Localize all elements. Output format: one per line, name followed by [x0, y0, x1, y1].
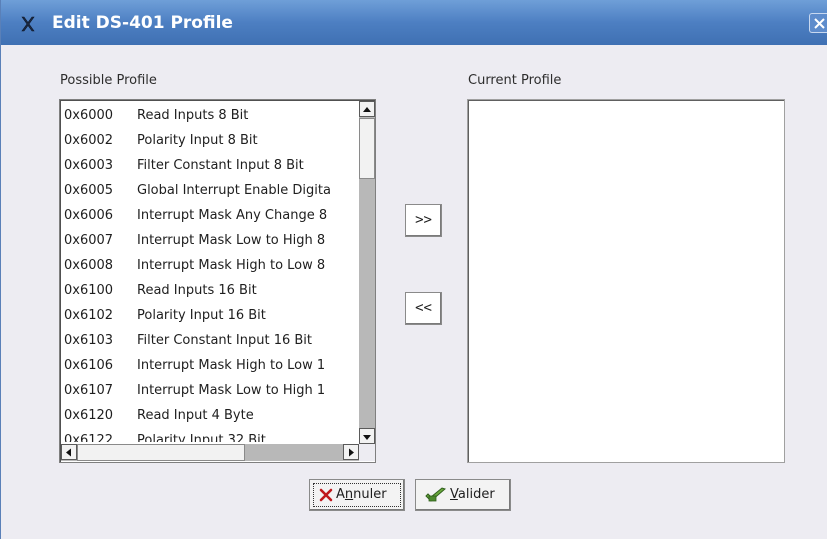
profile-name: Polarity Input 32 Bit: [137, 433, 266, 442]
profile-code: 0x6107: [64, 383, 114, 398]
list-item[interactable]: 0x6103 Filter Constant Input 16 Bit: [62, 328, 359, 353]
validate-label: Valider: [450, 487, 495, 502]
window-title: Edit DS-401 Profile: [52, 13, 233, 33]
profile-name: Interrupt Mask Low to High 1: [137, 383, 326, 398]
list-item[interactable]: 0x6000 Read Inputs 8 Bit: [62, 103, 359, 128]
scroll-right-button[interactable]: [343, 444, 359, 460]
profile-name: Read Input 4 Byte: [137, 408, 254, 423]
arrow-right-icon: [349, 448, 354, 457]
vertical-scrollbar[interactable]: [359, 101, 375, 444]
list-item[interactable]: 0x6107 Interrupt Mask Low to High 1: [62, 378, 359, 403]
possible-profile-rows: 0x6000 Read Inputs 8 Bit 0x6002 Polarity In…: [62, 101, 359, 442]
validate-check-icon: [425, 487, 447, 507]
list-item[interactable]: 0x6100 Read Inputs 16 Bit: [62, 278, 359, 303]
profile-name: Interrupt Mask High to Low 1: [137, 358, 326, 373]
profile-name: Interrupt Mask Any Change 8: [137, 208, 328, 223]
current-profile-label: Current Profile: [468, 73, 562, 88]
profile-code: 0x6122: [64, 433, 114, 442]
arrow-left-icon: [66, 448, 71, 457]
profile-name: Global Interrupt Enable Digita: [137, 183, 331, 198]
horizontal-scrollbar[interactable]: [61, 444, 359, 461]
profile-code: 0x6008: [64, 258, 114, 273]
profile-code: 0x6106: [64, 358, 114, 373]
list-item[interactable]: 0x6106 Interrupt Mask High to Low 1: [62, 353, 359, 378]
x-app-icon: [20, 16, 36, 32]
dialog-window: Edit DS-401 Profile Possible Profile Cur…: [0, 0, 827, 539]
scrollbar-corner: [359, 444, 375, 461]
list-item[interactable]: 0x6006 Interrupt Mask Any Change 8: [62, 203, 359, 228]
close-button[interactable]: [809, 13, 827, 33]
possible-profile-list[interactable]: 0x6000 Read Inputs 8 Bit 0x6002 Polarity In…: [59, 99, 376, 463]
list-item[interactable]: 0x6122 Polarity Input 32 Bit: [62, 428, 359, 442]
profile-code: 0x6120: [64, 408, 114, 423]
cancel-button[interactable]: Annuler: [309, 479, 405, 511]
profile-code: 0x6102: [64, 308, 114, 323]
profile-name: Interrupt Mask Low to High 8: [137, 233, 326, 248]
profile-code: 0x6103: [64, 333, 114, 348]
profile-code: 0x6003: [64, 158, 114, 173]
profile-code: 0x6000: [64, 108, 114, 123]
scroll-up-button[interactable]: [359, 101, 375, 117]
current-profile-list[interactable]: [467, 99, 785, 463]
remove-from-profile-button[interactable]: <<: [405, 292, 442, 325]
profile-name: Polarity Input 8 Bit: [137, 133, 258, 148]
list-item[interactable]: 0x6007 Interrupt Mask Low to High 8: [62, 228, 359, 253]
profile-code: 0x6002: [64, 133, 114, 148]
close-icon: [814, 18, 825, 29]
profile-code: 0x6100: [64, 283, 114, 298]
list-item[interactable]: 0x6005 Global Interrupt Enable Digita: [62, 178, 359, 203]
profile-name: Polarity Input 16 Bit: [137, 308, 266, 323]
profile-name: Read Inputs 8 Bit: [137, 108, 249, 123]
scroll-left-button[interactable]: [61, 444, 77, 460]
profile-name: Read Inputs 16 Bit: [137, 283, 257, 298]
profile-code: 0x6006: [64, 208, 114, 223]
possible-profile-label: Possible Profile: [60, 73, 157, 88]
profile-code: 0x6005: [64, 183, 114, 198]
scroll-down-button[interactable]: [359, 428, 375, 444]
profile-name: Interrupt Mask High to Low 8: [137, 258, 326, 273]
profile-name: Filter Constant Input 8 Bit: [137, 158, 304, 173]
validate-button[interactable]: Valider: [415, 479, 511, 511]
profile-code: 0x6007: [64, 233, 114, 248]
list-item[interactable]: 0x6120 Read Input 4 Byte: [62, 403, 359, 428]
list-item[interactable]: 0x6002 Polarity Input 8 Bit: [62, 128, 359, 153]
arrow-up-icon: [363, 107, 371, 112]
add-to-profile-button[interactable]: >>: [405, 204, 442, 237]
cancel-label: Annuler: [336, 487, 387, 502]
vertical-scroll-thumb[interactable]: [359, 118, 375, 179]
profile-name: Filter Constant Input 16 Bit: [137, 333, 312, 348]
title-bar[interactable]: Edit DS-401 Profile: [1, 0, 827, 45]
list-item[interactable]: 0x6003 Filter Constant Input 8 Bit: [62, 153, 359, 178]
list-item[interactable]: 0x6008 Interrupt Mask High to Low 8: [62, 253, 359, 278]
list-item[interactable]: 0x6102 Polarity Input 16 Bit: [62, 303, 359, 328]
cancel-x-icon: [319, 488, 333, 506]
horizontal-scroll-thumb[interactable]: [77, 444, 245, 461]
arrow-down-icon: [363, 435, 371, 440]
